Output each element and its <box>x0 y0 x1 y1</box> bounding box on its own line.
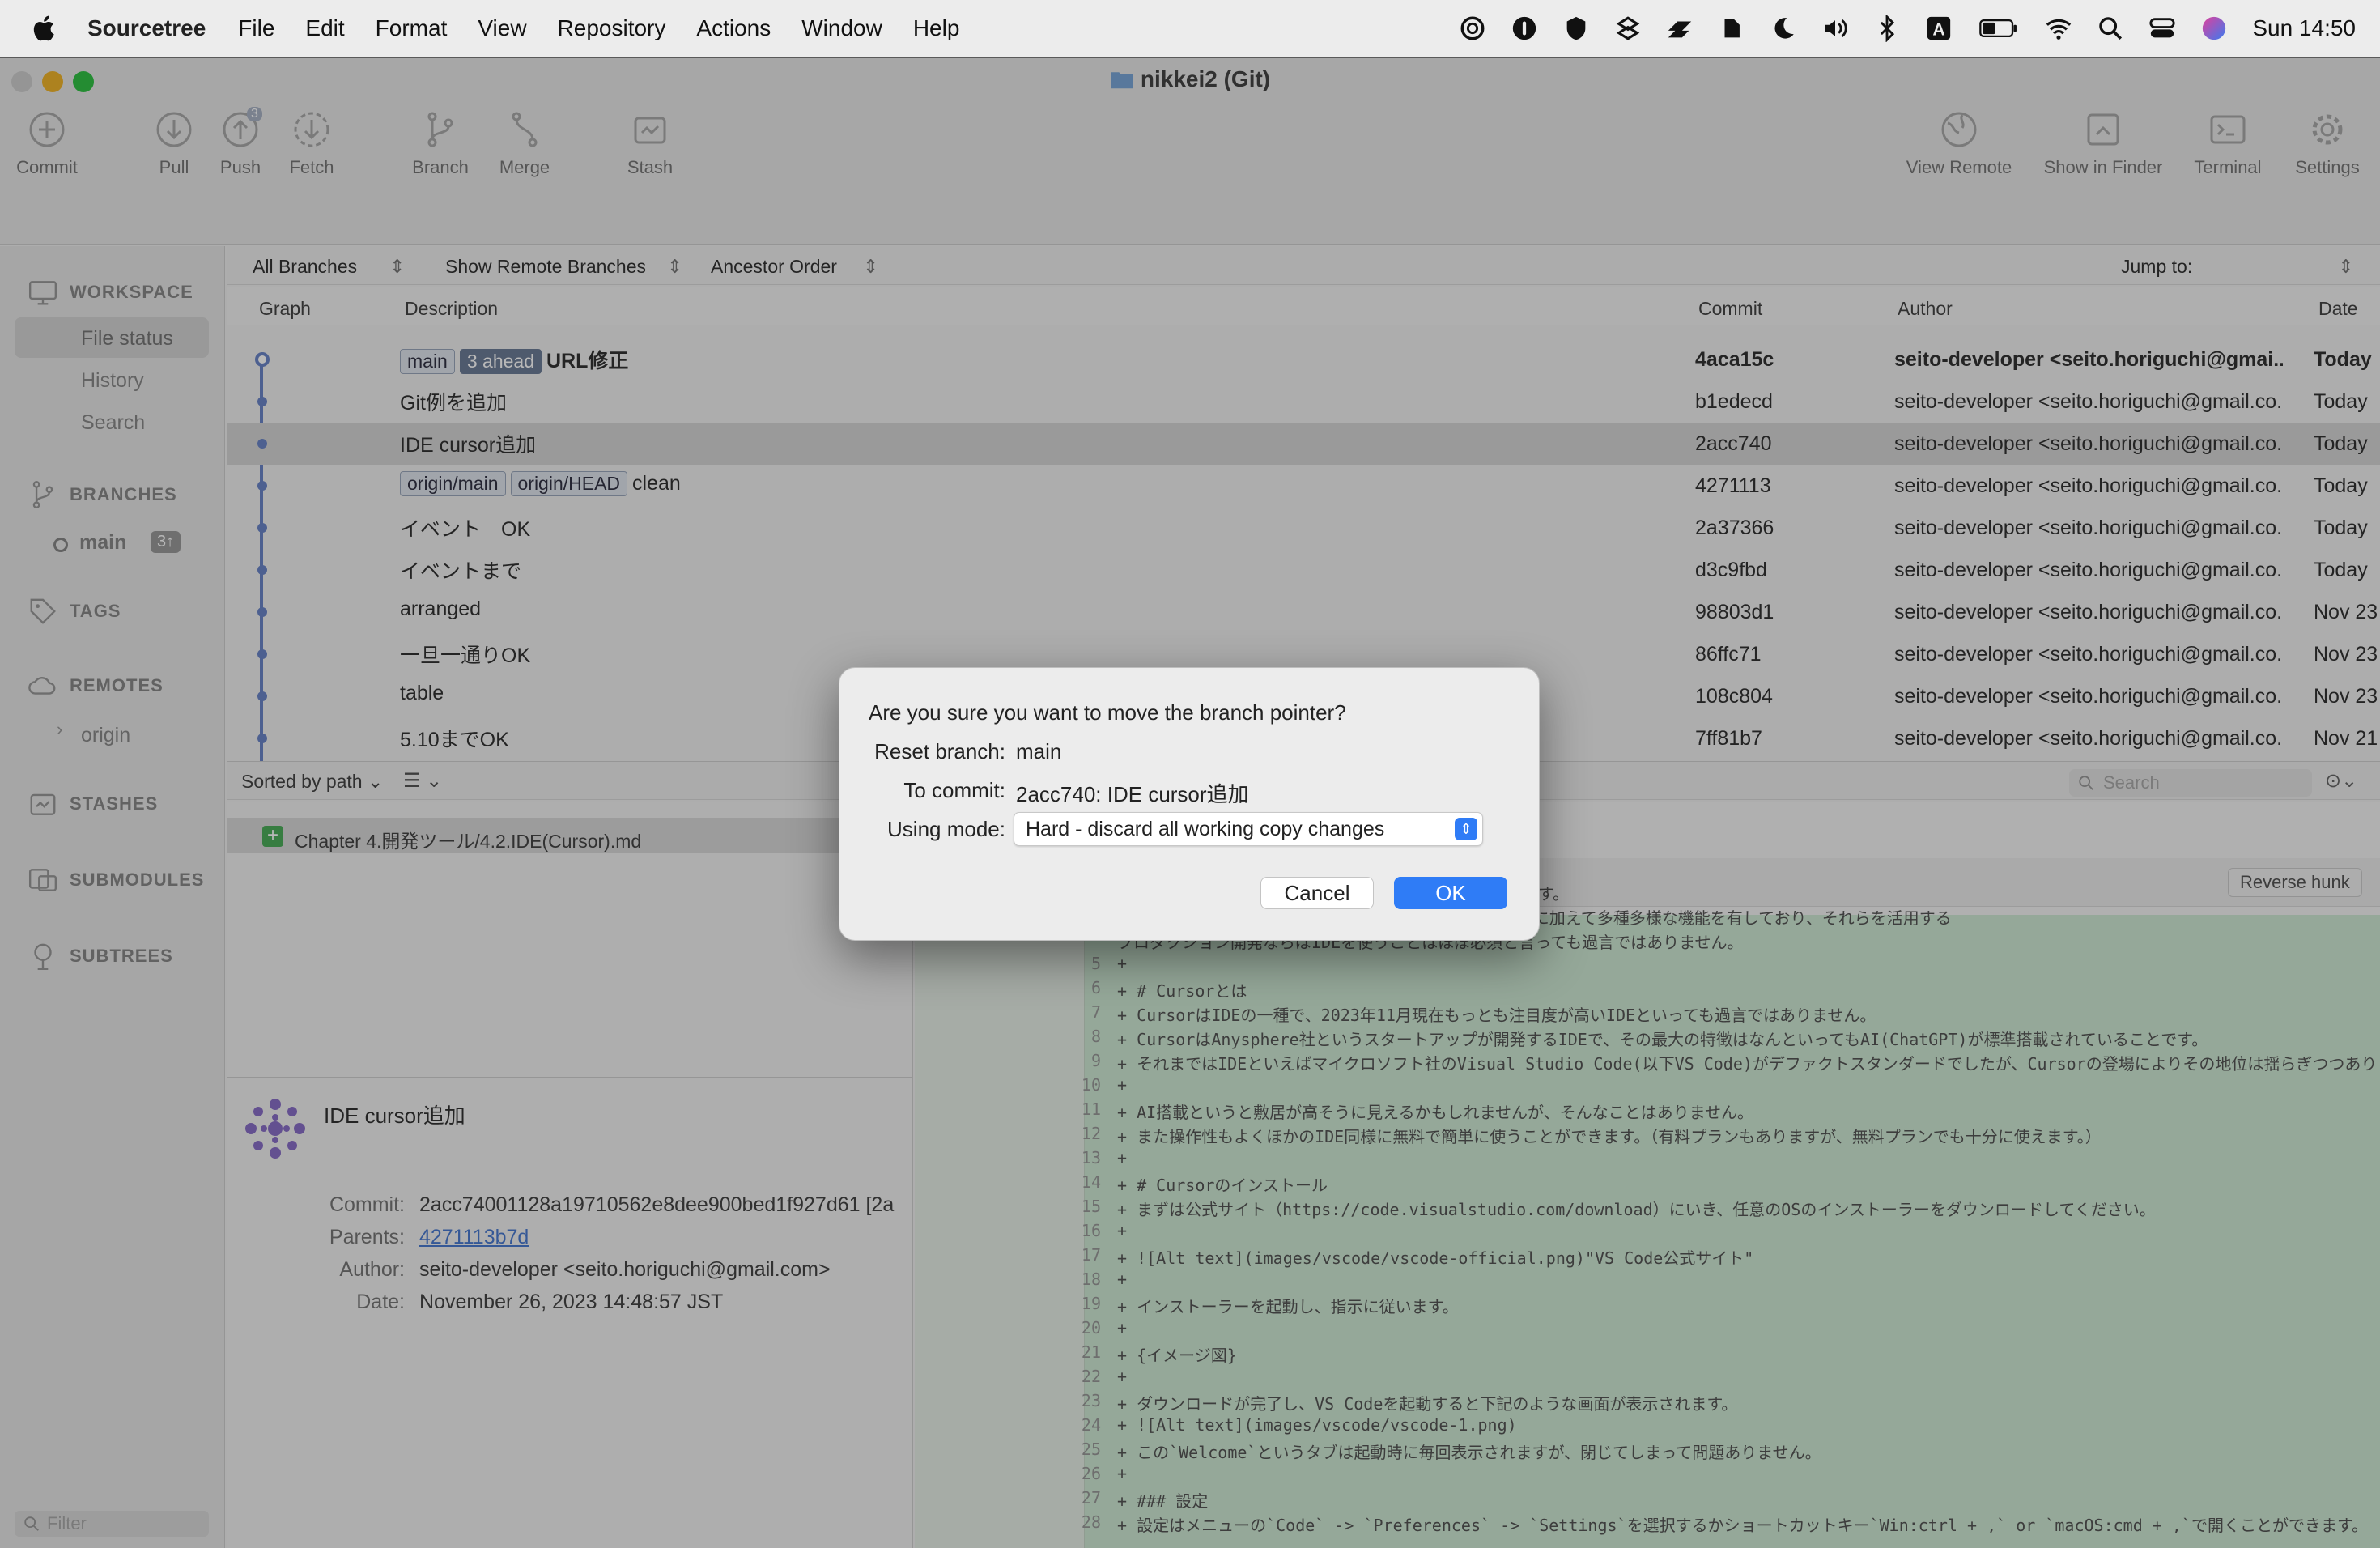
menu-window[interactable]: Window <box>801 15 882 41</box>
mode-label: Using mode: <box>887 817 1005 841</box>
apple-icon[interactable] <box>31 14 60 43</box>
mode-select[interactable]: Hard - discard all working copy changes … <box>1014 812 1483 846</box>
battery-icon[interactable] <box>1977 15 2021 42</box>
menu-repository[interactable]: Repository <box>558 15 666 41</box>
cancel-button[interactable]: Cancel <box>1260 877 1374 909</box>
spotlight-icon[interactable] <box>2097 15 2124 42</box>
menu-view[interactable]: View <box>478 15 526 41</box>
password-icon[interactable] <box>1511 15 1538 42</box>
dialog-question: Are you sure you want to move the branch… <box>869 700 1346 725</box>
to-commit-label: To commit: <box>903 778 1005 802</box>
menu-help[interactable]: Help <box>913 15 960 41</box>
menu-bar: Sourcetree File Edit Format View Reposit… <box>0 0 2380 57</box>
reset-branch-label: Reset branch: <box>874 739 1005 763</box>
to-commit-value: 2acc740: IDE cursor追加 <box>1016 782 1249 806</box>
control-center-icon[interactable] <box>2148 15 2176 42</box>
volume-icon[interactable] <box>1821 15 1849 42</box>
reset-branch-dialog: Are you sure you want to move the branch… <box>839 667 1540 941</box>
wifi-icon[interactable] <box>2045 15 2072 42</box>
menu-edit[interactable]: Edit <box>305 15 344 41</box>
siri-icon[interactable] <box>2200 15 2228 42</box>
evernote-icon[interactable] <box>1718 15 1745 42</box>
menu-actions[interactable]: Actions <box>696 15 771 41</box>
moon-icon[interactable] <box>1770 15 1797 42</box>
input-a-icon[interactable]: A <box>1925 15 1953 42</box>
svg-text:A: A <box>1933 20 1945 40</box>
mode-select-value: Hard - discard all working copy changes <box>1026 818 1385 840</box>
menu-format[interactable]: Format <box>376 15 448 41</box>
openai-icon[interactable] <box>1459 15 1486 42</box>
vpn-icon[interactable] <box>1614 15 1642 42</box>
app-menu[interactable]: Sourcetree <box>87 15 206 41</box>
bluetooth-icon[interactable] <box>1873 15 1901 42</box>
shield-icon[interactable] <box>1562 15 1590 42</box>
clock[interactable]: Sun 14:50 <box>2252 15 2356 41</box>
chevron-updown-icon: ⇕ <box>1455 818 1477 840</box>
menu-file[interactable]: File <box>238 15 274 41</box>
lightning-icon[interactable] <box>1666 15 1694 42</box>
reset-branch-value: main <box>1016 739 1062 763</box>
ok-button[interactable]: OK <box>1394 877 1507 909</box>
